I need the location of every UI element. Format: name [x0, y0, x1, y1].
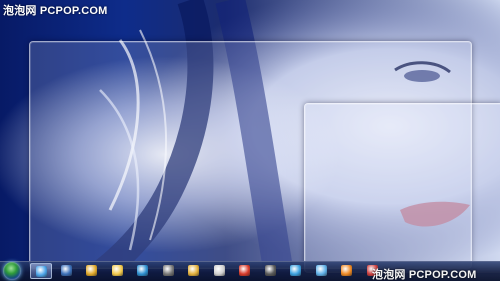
taskbar-button-camera[interactable]: [158, 263, 180, 279]
film-icon: [264, 265, 276, 276]
taskbar-button-folder[interactable]: [107, 263, 129, 279]
globe-icon: [290, 265, 301, 276]
player-icon: [188, 265, 199, 276]
outlook-icon: [86, 265, 97, 276]
taskbar-button-arrow-app[interactable]: [132, 263, 154, 279]
taskbar-button-media-player[interactable]: [56, 263, 78, 279]
taskbar-button-mail[interactable]: [209, 263, 231, 279]
taskbar-button-film[interactable]: [260, 263, 282, 279]
arrow-app-icon: [137, 265, 148, 276]
desktop-screen: 泡泡网 PCPOP.COM 泡泡网 PCPOP.COM: [0, 0, 500, 281]
taskbar-button-chat[interactable]: [311, 263, 333, 279]
taskbar-button-player[interactable]: [183, 263, 205, 279]
taskbar-button-outlook[interactable]: [81, 263, 103, 279]
media-player-icon: [60, 265, 72, 276]
camera-icon: [162, 265, 174, 276]
taskbar-button-orange-app[interactable]: [336, 263, 358, 279]
aero-peek-window-front[interactable]: [304, 103, 500, 273]
mail-icon: [213, 265, 225, 276]
ie-browser-icon: [36, 266, 47, 277]
orange-app-icon: [341, 265, 352, 276]
taskbar-button-globe[interactable]: [285, 263, 307, 279]
start-button[interactable]: [3, 262, 21, 280]
watermark-bottom: 泡泡网 PCPOP.COM: [372, 269, 477, 281]
taskbar-button-stop[interactable]: [234, 263, 256, 279]
chat-icon: [315, 265, 327, 276]
stop-icon: [239, 265, 250, 276]
folder-icon: [111, 265, 123, 276]
taskbar-button-ie-browser[interactable]: [30, 263, 52, 279]
watermark-top: 泡泡网 PCPOP.COM: [3, 5, 108, 17]
